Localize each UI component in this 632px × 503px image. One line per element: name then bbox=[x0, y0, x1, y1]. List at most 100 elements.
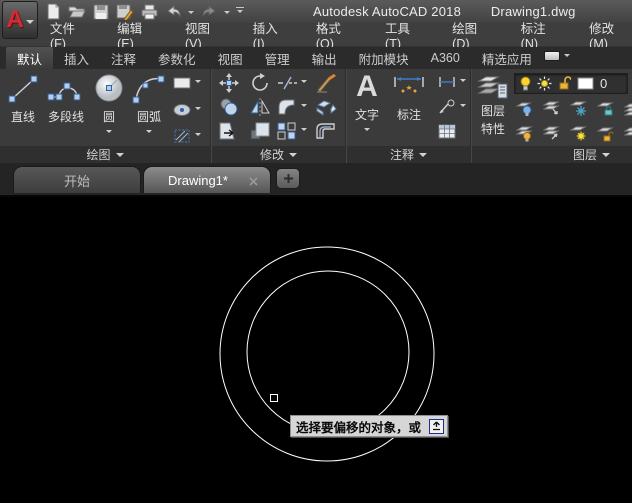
tool-array[interactable] bbox=[276, 121, 307, 141]
move-icon bbox=[218, 73, 240, 93]
tool-leader[interactable] bbox=[437, 99, 466, 115]
layer-unlock-icon bbox=[558, 76, 571, 91]
panel-title-draw[interactable]: 绘图 bbox=[0, 146, 210, 163]
fillet-dropdown-icon bbox=[301, 104, 307, 110]
tool-explode[interactable] bbox=[314, 97, 338, 117]
hatch-dropdown-icon bbox=[195, 133, 201, 139]
tool-circle[interactable]: 圆 bbox=[92, 73, 126, 136]
panel-title-layers[interactable]: 图层 bbox=[472, 146, 632, 163]
current-layer-name: 0 bbox=[600, 76, 607, 91]
document-title: Drawing1.dwg bbox=[491, 4, 576, 19]
tool-text[interactable]: A 文字 bbox=[355, 71, 379, 134]
close-tab-icon[interactable] bbox=[249, 174, 258, 189]
rectangle-icon bbox=[172, 75, 192, 91]
layer-off-icon[interactable] bbox=[516, 99, 534, 117]
layer-lock-icon[interactable] bbox=[597, 99, 615, 117]
ribbon-tab-parametric[interactable]: 参数化 bbox=[147, 47, 207, 69]
rotate-icon bbox=[249, 73, 271, 93]
fillet-icon bbox=[276, 97, 298, 117]
layer-on-bulb-icon bbox=[520, 76, 531, 91]
rectangle-dropdown-icon bbox=[195, 80, 201, 86]
panel-layers: 图层 特性 0 bbox=[472, 69, 632, 163]
polyline-icon bbox=[44, 73, 88, 105]
panel-title-annotate[interactable]: 注释 bbox=[347, 146, 470, 163]
layer-unisolate-icon[interactable] bbox=[543, 124, 561, 142]
tool-scale[interactable] bbox=[249, 121, 271, 141]
tool-polyline[interactable]: 多段线 bbox=[44, 73, 88, 125]
save-icon[interactable] bbox=[92, 3, 110, 21]
leader-icon bbox=[437, 99, 457, 115]
undo-icon[interactable] bbox=[164, 3, 182, 21]
layer-select-combo[interactable]: 0 bbox=[514, 73, 628, 94]
dim-linear-dropdown-icon bbox=[460, 79, 466, 85]
ribbon-tab-featured-apps[interactable]: 精选应用 bbox=[471, 47, 543, 69]
app-title: Autodesk AutoCAD 2018 bbox=[313, 4, 461, 19]
tool-line[interactable]: 直线 bbox=[6, 73, 40, 125]
hatch-icon bbox=[172, 127, 192, 145]
tool-mirror[interactable] bbox=[249, 97, 271, 117]
tool-hatch[interactable] bbox=[172, 127, 201, 145]
ribbon-minimize-button[interactable] bbox=[544, 51, 570, 61]
ribbon-tab-insert[interactable]: 插入 bbox=[53, 47, 100, 69]
trim-dropdown-icon bbox=[301, 80, 307, 86]
ribbon-tab-home[interactable]: 默认 bbox=[6, 47, 53, 69]
ribbon-tab-addins[interactable]: 附加模块 bbox=[348, 47, 420, 69]
layer-merge-icon[interactable] bbox=[624, 124, 632, 142]
layer-color-swatch bbox=[577, 77, 594, 90]
ribbon: 直线 多段线 圆 bbox=[0, 69, 632, 163]
redo-dropdown-icon[interactable] bbox=[224, 11, 230, 17]
explode-icon bbox=[314, 97, 338, 117]
menubar: 文件(F) 编辑(E) 视图(V) 插入(I) 格式(O) 工具(T) 绘图(D… bbox=[0, 23, 632, 47]
tool-stretch[interactable] bbox=[218, 121, 240, 141]
circle-dropdown-icon[interactable] bbox=[106, 130, 112, 136]
tool-layer-properties[interactable]: 图层 特性 bbox=[474, 72, 512, 137]
tool-trim[interactable] bbox=[276, 75, 307, 91]
ribbon-tab-manage[interactable]: 管理 bbox=[254, 47, 301, 69]
layer-unlock-all-icon[interactable] bbox=[597, 124, 615, 142]
drawing-canvas[interactable]: 选择要偏移的对象，或 bbox=[0, 197, 632, 503]
ribbon-tab-view[interactable]: 视图 bbox=[207, 47, 254, 69]
tool-erase[interactable] bbox=[314, 72, 338, 94]
arc-dropdown-icon[interactable] bbox=[146, 130, 152, 136]
layer-tools-row-2 bbox=[516, 124, 632, 142]
inner-circle[interactable] bbox=[247, 271, 409, 433]
layer-thaw-all-icon[interactable] bbox=[570, 124, 588, 142]
array-icon bbox=[276, 121, 298, 141]
tool-rectangle[interactable] bbox=[172, 75, 201, 91]
panel-title-modify[interactable]: 修改 bbox=[212, 146, 345, 163]
down-arrow-icon bbox=[432, 421, 441, 431]
undo-dropdown-icon[interactable] bbox=[188, 11, 194, 17]
tool-table[interactable] bbox=[437, 123, 457, 140]
arc-icon bbox=[130, 73, 168, 105]
tool-copy[interactable] bbox=[218, 97, 240, 117]
tool-arc[interactable]: 圆弧 bbox=[130, 73, 168, 136]
new-tab-button[interactable] bbox=[276, 168, 300, 189]
ribbon-tab-annotate[interactable]: 注释 bbox=[100, 47, 147, 69]
tool-dimension[interactable]: 标注 bbox=[389, 73, 429, 123]
ellipse-dropdown-icon bbox=[195, 107, 201, 113]
tool-dim-linear[interactable] bbox=[437, 75, 466, 89]
tool-rotate[interactable] bbox=[249, 73, 271, 93]
tool-move[interactable] bbox=[218, 73, 240, 93]
layer-freeze-icon[interactable] bbox=[570, 99, 588, 117]
drawing-geometry bbox=[0, 197, 632, 503]
prompt-options-button[interactable] bbox=[429, 419, 444, 434]
ribbon-tab-output[interactable]: 输出 bbox=[301, 47, 348, 69]
ribbon-tab-a360[interactable]: A360 bbox=[420, 47, 471, 69]
text-dropdown-icon[interactable] bbox=[364, 128, 370, 134]
tab-drawing1[interactable]: Drawing1* bbox=[143, 166, 271, 193]
customize-quick-access-icon[interactable] bbox=[236, 7, 244, 16]
tool-fillet[interactable] bbox=[276, 97, 307, 117]
tool-ellipse[interactable] bbox=[172, 102, 201, 118]
mirror-icon bbox=[249, 97, 271, 117]
autocad-window: Autodesk AutoCAD 2018 Drawing1.dwg A 文件(… bbox=[0, 0, 632, 503]
application-menu-button[interactable]: A bbox=[2, 1, 38, 39]
panel-draw: 直线 多段线 圆 bbox=[0, 69, 211, 163]
tool-offset[interactable] bbox=[314, 121, 338, 141]
layer-isolate-icon[interactable] bbox=[543, 99, 561, 117]
layer-turn-all-on-icon[interactable] bbox=[516, 124, 534, 142]
leader-dropdown-icon bbox=[460, 104, 466, 110]
tab-start[interactable]: 开始 bbox=[13, 166, 141, 193]
layer-make-current-icon[interactable] bbox=[624, 99, 632, 117]
document-tab-bar: 开始 Drawing1* bbox=[0, 163, 632, 197]
